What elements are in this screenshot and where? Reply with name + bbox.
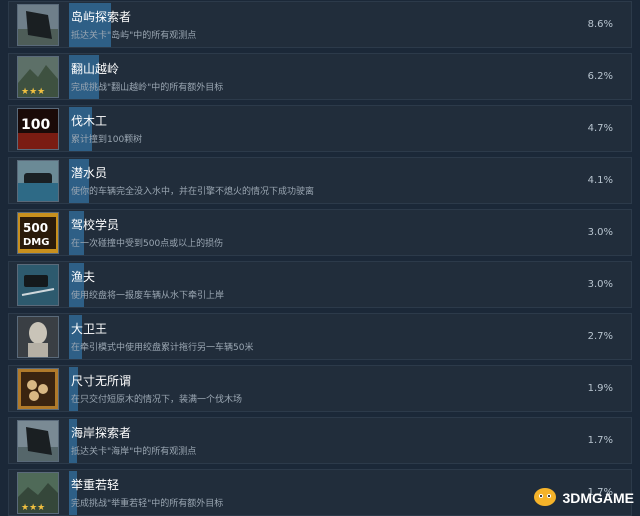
- svg-text:500: 500: [23, 221, 48, 235]
- achievement-title: 伐木工: [71, 114, 108, 128]
- mountain-stars-icon: ★★★: [17, 56, 59, 98]
- achievement-description: 使用绞盘将一报废车辆从水下牵引上岸: [71, 291, 225, 301]
- unlock-percentage: 3.0%: [587, 227, 613, 238]
- svg-text:100: 100: [21, 117, 50, 133]
- achievement-description: 完成挑战"举重若轻"中的所有额外目标: [71, 499, 224, 509]
- achievement-row[interactable]: 100 伐木工 累计撞到100颗树 4.7%: [8, 105, 632, 152]
- achievement-title: 举重若轻: [71, 478, 120, 492]
- achievement-description: 完成挑战"翻山越岭"中的所有额外目标: [71, 83, 224, 93]
- mountain-stars-icon: ★★★: [17, 472, 59, 514]
- flag-icon: [17, 420, 59, 462]
- submerged-truck-icon: [17, 160, 59, 202]
- achievement-row[interactable]: 渔夫 使用绞盘将一报废车辆从水下牵引上岸 3.0%: [8, 261, 632, 308]
- watermark-text: 3DMGAME: [562, 490, 634, 506]
- achievement-title: 驾校学员: [71, 218, 120, 232]
- flag-icon: [17, 4, 59, 46]
- achievement-description: 抵达关卡"岛屿"中的所有观测点: [71, 31, 197, 41]
- achievement-row[interactable]: ★★★ 翻山越岭 完成挑战"翻山越岭"中的所有额外目标 6.2%: [8, 53, 632, 100]
- achievement-title: 岛屿探索者: [71, 10, 132, 24]
- unlock-percentage: 2.7%: [587, 331, 613, 342]
- 500-dmg-icon: 500 DMG: [17, 212, 59, 254]
- unlock-percentage: 3.0%: [587, 279, 613, 290]
- achievement-row[interactable]: 大卫王 在牵引模式中使用绞盘累计拖行另一车辆50米 2.7%: [8, 313, 632, 360]
- achievement-title: 海岸探索者: [71, 426, 132, 440]
- unlock-percentage: 8.6%: [587, 19, 613, 30]
- achievement-title: 大卫王: [71, 322, 108, 336]
- achievement-row[interactable]: 潜水员 使你的车辆完全没入水中，并在引擎不熄火的情况下成功驶离 4.1%: [8, 157, 632, 204]
- achievement-row[interactable]: 海岸探索者 抵达关卡"海岸"中的所有观测点 1.7%: [8, 417, 632, 464]
- achievement-description: 在牵引模式中使用绞盘累计拖行另一车辆50米: [71, 343, 254, 353]
- achievement-title: 潜水员: [71, 166, 108, 180]
- svg-text:DMG: DMG: [23, 237, 49, 248]
- unlock-percentage: 6.2%: [587, 71, 613, 82]
- unlock-percentage: 1.9%: [587, 383, 613, 394]
- achievement-description: 累计撞到100颗树: [71, 135, 143, 145]
- achievement-description: 使你的车辆完全没入水中，并在引擎不熄火的情况下成功驶离: [71, 187, 315, 197]
- achievement-row[interactable]: 岛屿探索者 抵达关卡"岛屿"中的所有观测点 8.6%: [8, 1, 632, 48]
- svg-text:★★★: ★★★: [21, 87, 45, 97]
- achievement-title: 渔夫: [71, 270, 96, 284]
- hundred-trees-icon: 100: [17, 108, 59, 150]
- statue-icon: [17, 316, 59, 358]
- achievement-description: 在只交付短原木的情况下，装满一个伐木场: [71, 395, 243, 405]
- achievement-title: 尺寸无所谓: [71, 374, 132, 388]
- logs-icon: [17, 368, 59, 410]
- mascot-icon: [532, 485, 558, 511]
- achievement-title: 翻山越岭: [71, 62, 120, 76]
- unlock-percentage: 4.7%: [587, 123, 613, 134]
- unlock-percentage: 1.7%: [587, 435, 613, 446]
- winch-truck-icon: [17, 264, 59, 306]
- watermark: 3DMGAME: [532, 485, 634, 511]
- achievement-row[interactable]: 500 DMG 驾校学员 在一次碰撞中受到500点或以上的损伤 3.0%: [8, 209, 632, 256]
- achievement-description: 抵达关卡"海岸"中的所有观测点: [71, 447, 197, 457]
- achievement-description: 在一次碰撞中受到500点或以上的损伤: [71, 239, 224, 249]
- unlock-percentage: 4.1%: [587, 175, 613, 186]
- achievement-row[interactable]: 尺寸无所谓 在只交付短原木的情况下，装满一个伐木场 1.9%: [8, 365, 632, 412]
- svg-text:★★★: ★★★: [21, 503, 45, 513]
